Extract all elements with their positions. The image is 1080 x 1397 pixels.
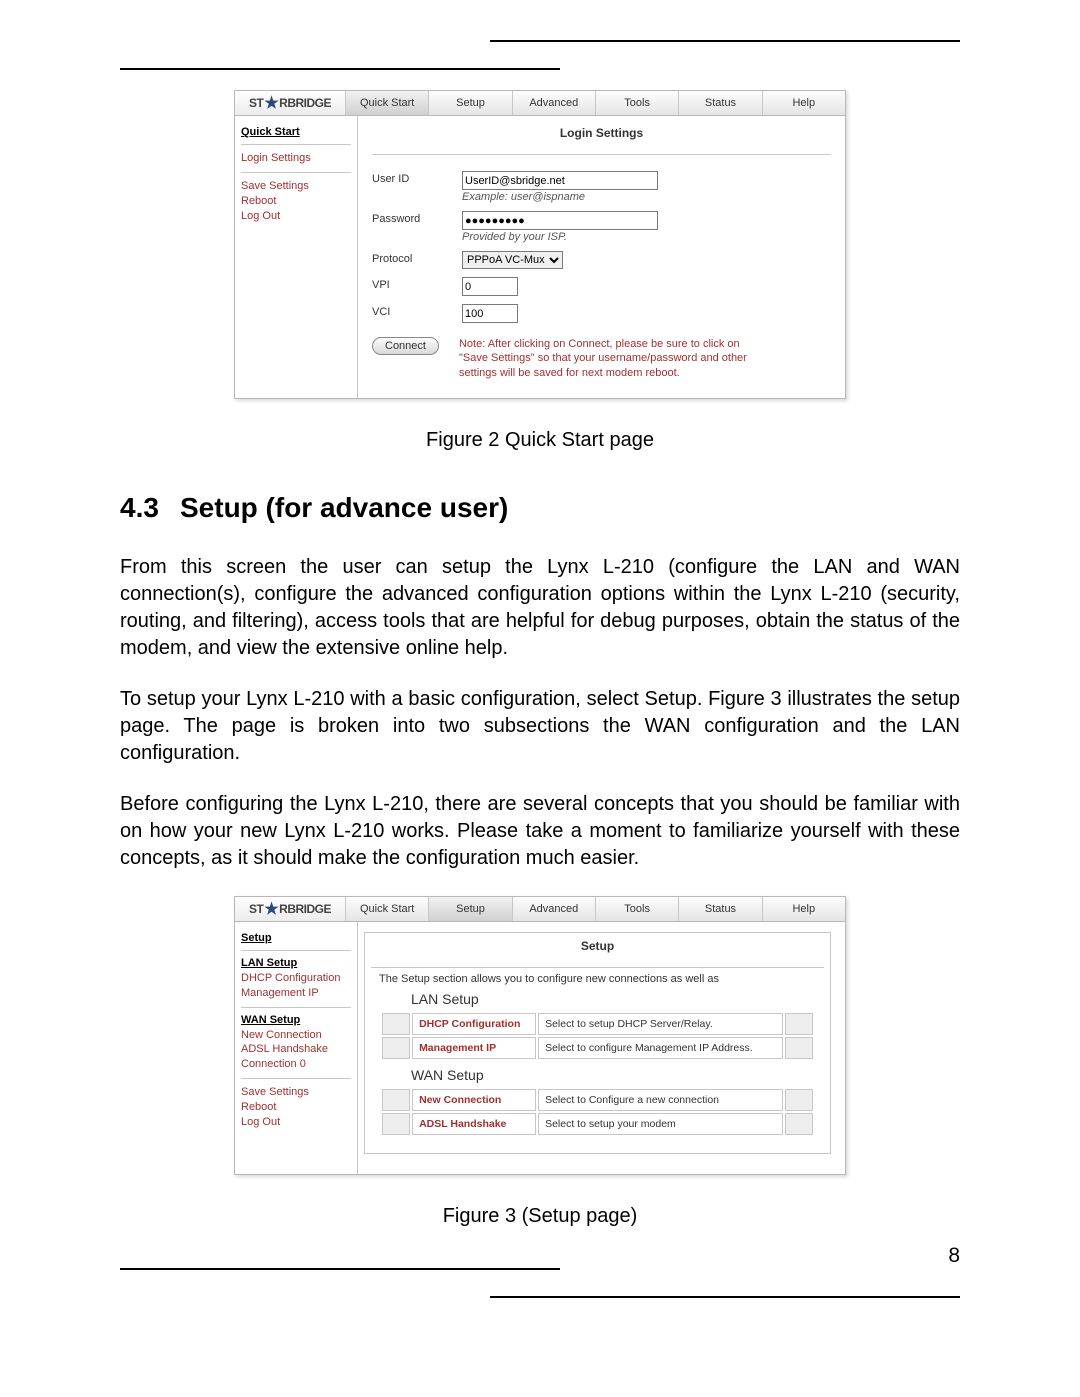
- row-desc: Select to setup DHCP Server/Relay.: [538, 1013, 783, 1035]
- section-title: Setup (for advance user): [180, 492, 508, 523]
- sidebar-link-adsl[interactable]: ADSL Handshake: [241, 1042, 351, 1057]
- vci-label: VCI: [372, 304, 462, 318]
- footer-rule-left: [120, 1268, 560, 1270]
- star-icon: ★: [264, 93, 278, 113]
- paragraph-1: From this screen the user can setup the …: [120, 554, 960, 662]
- table-row: DHCP Configuration Select to setup DHCP …: [382, 1013, 813, 1035]
- row-desc: Select to setup your modem: [538, 1113, 783, 1135]
- table-row: Management IP Select to configure Manage…: [382, 1037, 813, 1059]
- sidebar-link-reboot[interactable]: Reboot: [241, 194, 351, 209]
- page-number: 8: [948, 1244, 960, 1268]
- password-label: Password: [372, 211, 462, 225]
- main-title: Login Settings: [372, 126, 831, 140]
- tab-advanced[interactable]: Advanced: [512, 91, 595, 115]
- row-desc: Select to configure Management IP Addres…: [538, 1037, 783, 1059]
- user-id-hint: Example: user@ispname: [462, 191, 831, 203]
- sidebar-title: Quick Start: [241, 126, 351, 138]
- protocol-label: Protocol: [372, 251, 462, 265]
- section-number: 4.3: [120, 492, 180, 524]
- tab-tools[interactable]: Tools: [595, 897, 678, 921]
- sidebar-lan-header: LAN Setup: [241, 957, 351, 969]
- logo: ST★RBRIDGE: [235, 91, 345, 115]
- row-desc: Select to Configure a new connection: [538, 1089, 783, 1111]
- lan-setup-table: DHCP Configuration Select to setup DHCP …: [380, 1011, 815, 1061]
- row-label-adsl[interactable]: ADSL Handshake: [412, 1113, 536, 1135]
- user-id-label: User ID: [372, 171, 462, 185]
- vpi-input[interactable]: [462, 277, 518, 296]
- sidebar-link-dhcp[interactable]: DHCP Configuration: [241, 971, 351, 986]
- tab-setup[interactable]: Setup: [428, 91, 511, 115]
- sidebar-link-reboot[interactable]: Reboot: [241, 1100, 351, 1115]
- row-label-new-conn[interactable]: New Connection: [412, 1089, 536, 1111]
- header-rule-left: [120, 68, 560, 70]
- wan-setup-title: WAN Setup: [411, 1067, 824, 1083]
- tab-help[interactable]: Help: [762, 897, 845, 921]
- top-tabs: Quick Start Setup Advanced Tools Status …: [345, 897, 845, 921]
- sidebar-link-save-settings[interactable]: Save Settings: [241, 1085, 351, 1100]
- row-label-dhcp[interactable]: DHCP Configuration: [412, 1013, 536, 1035]
- tab-help[interactable]: Help: [762, 91, 845, 115]
- logo: ST★RBRIDGE: [235, 897, 345, 921]
- tab-status[interactable]: Status: [678, 897, 761, 921]
- password-hint: Provided by your ISP.: [462, 231, 831, 243]
- password-input[interactable]: [462, 211, 658, 230]
- figure-2-screenshot: ST★RBRIDGE Quick Start Setup Advanced To…: [234, 90, 846, 399]
- figure-3-caption: Figure 3 (Setup page): [120, 1205, 960, 1228]
- sidebar: Quick Start Login Settings Save Settings…: [235, 116, 358, 398]
- tab-tools[interactable]: Tools: [595, 91, 678, 115]
- tab-advanced[interactable]: Advanced: [512, 897, 595, 921]
- header-rule-right: [490, 40, 960, 42]
- vci-input[interactable]: [462, 304, 518, 323]
- footer-rule-right: [490, 1296, 960, 1298]
- tab-status[interactable]: Status: [678, 91, 761, 115]
- table-row: New Connection Select to Configure a new…: [382, 1089, 813, 1111]
- sidebar-wan-header: WAN Setup: [241, 1014, 351, 1026]
- sidebar: Setup LAN Setup DHCP Configuration Manag…: [235, 922, 358, 1175]
- protocol-select[interactable]: PPPoA VC-Mux: [462, 251, 563, 269]
- sidebar-link-conn0[interactable]: Connection 0: [241, 1057, 351, 1072]
- paragraph-2: To setup your Lynx L-210 with a basic co…: [120, 686, 960, 767]
- setup-intro-text: The Setup section allows you to configur…: [379, 973, 824, 985]
- tab-setup[interactable]: Setup: [428, 897, 511, 921]
- setup-main-title: Setup: [371, 939, 824, 953]
- sidebar-link-save-settings[interactable]: Save Settings: [241, 179, 351, 194]
- connect-button[interactable]: Connect: [372, 337, 439, 355]
- sidebar-link-mgmt-ip[interactable]: Management IP: [241, 986, 351, 1001]
- user-id-input[interactable]: [462, 171, 658, 190]
- row-label-mgmt-ip[interactable]: Management IP: [412, 1037, 536, 1059]
- sidebar-link-log-out[interactable]: Log Out: [241, 209, 351, 224]
- wan-setup-table: New Connection Select to Configure a new…: [380, 1087, 815, 1137]
- sidebar-link-new-conn[interactable]: New Connection: [241, 1028, 351, 1043]
- tab-quick-start[interactable]: Quick Start: [345, 91, 428, 115]
- sidebar-link-log-out[interactable]: Log Out: [241, 1115, 351, 1130]
- figure-3-screenshot: ST★RBRIDGE Quick Start Setup Advanced To…: [234, 896, 846, 1176]
- top-tabs: Quick Start Setup Advanced Tools Status …: [345, 91, 845, 115]
- figure-2-caption: Figure 2 Quick Start page: [120, 429, 960, 452]
- vpi-label: VPI: [372, 277, 462, 291]
- sidebar-title: Setup: [241, 932, 351, 944]
- table-row: ADSL Handshake Select to setup your mode…: [382, 1113, 813, 1135]
- paragraph-3: Before configuring the Lynx L-210, there…: [120, 791, 960, 872]
- section-heading: 4.3Setup (for advance user): [120, 492, 960, 524]
- lan-setup-title: LAN Setup: [411, 991, 824, 1007]
- connect-note: Note: After clicking on Connect, please …: [459, 337, 759, 380]
- sidebar-link-login-settings[interactable]: Login Settings: [241, 151, 351, 166]
- tab-quick-start[interactable]: Quick Start: [345, 897, 428, 921]
- star-icon: ★: [264, 899, 278, 919]
